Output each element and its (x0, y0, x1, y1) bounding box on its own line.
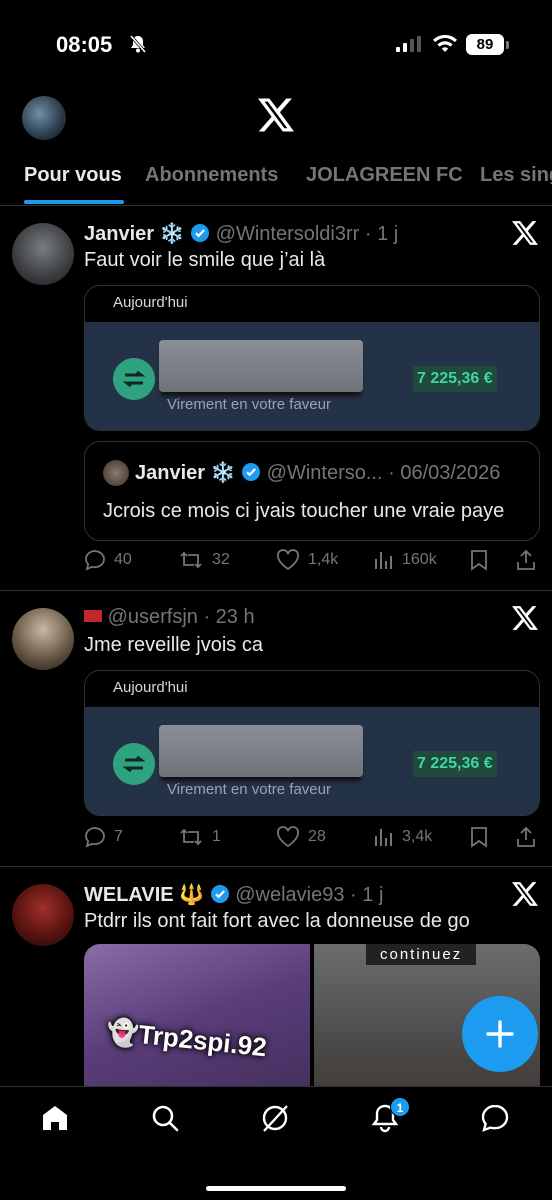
author-emoji: ❄️ (159, 223, 185, 245)
author-handle[interactable]: @userfsjn (108, 606, 198, 628)
author-handle[interactable]: @welavie93 (235, 884, 344, 906)
repost-button[interactable]: 1 (178, 826, 221, 848)
repost-count: 32 (212, 551, 230, 568)
views-button[interactable]: 160k (374, 549, 437, 571)
status-time: 08:05 (56, 32, 113, 57)
tab-pour-vous[interactable]: Pour vous (24, 164, 122, 187)
post[interactable]: Janvier ❄️ @Wintersoldi3rr · 1 j Faut vo… (0, 207, 552, 591)
repost-button[interactable]: 32 (178, 549, 230, 571)
wifi-icon (432, 34, 458, 59)
battery-tip (506, 41, 509, 49)
timeline-tabs: Pour vous Abonnements JOLAGREEN FC Les s… (0, 150, 552, 206)
profile-avatar[interactable] (22, 96, 66, 140)
post-header: WELAVIE 🔱 @welavie93 · 1 j (84, 882, 383, 910)
post-time: · 1 j (350, 884, 384, 906)
post-avatar[interactable] (12, 884, 74, 946)
notifications-badge: 1 (390, 1097, 410, 1117)
tab-les-sing[interactable]: Les sing (480, 164, 552, 187)
like-count: 28 (308, 828, 326, 845)
post-text: Faut voir le smile que j’ai là (84, 249, 326, 271)
reply-count: 40 (114, 551, 132, 568)
post[interactable]: @userfsjn · 23 h Jme reveille jvois ca A… (0, 592, 552, 867)
post-avatar[interactable] (12, 223, 74, 285)
transfer-icon (113, 743, 155, 785)
battery-icon: 89 (466, 34, 504, 55)
top-header (0, 90, 552, 150)
views-button[interactable]: 3,4k (374, 826, 432, 848)
verified-badge-icon (190, 223, 210, 249)
post-header: Janvier ❄️ @Wintersoldi3rr · 1 j (84, 221, 398, 249)
bookmark-button[interactable] (470, 826, 488, 848)
quote-author-name: Janvier (135, 462, 206, 484)
repost-count: 1 (212, 828, 221, 845)
status-bar: 08:05 89 (0, 0, 552, 90)
author-name[interactable]: Janvier (84, 223, 154, 245)
share-button[interactable] (516, 549, 536, 571)
post-actions: 40 32 1,4k 160k (84, 549, 544, 579)
bank-subtitle: Virement en votre faveur (167, 781, 331, 798)
redacted-sender (159, 725, 363, 777)
media-watermark: 👻Trp2spi.92 (104, 1015, 269, 1063)
post-time: · 1 j (364, 223, 399, 245)
author-emoji: 🔱 (179, 884, 205, 906)
bank-subtitle: Virement en votre faveur (167, 396, 331, 413)
post-actions: 7 1 28 3,4k (84, 826, 544, 856)
flag-icon (84, 610, 102, 622)
home-icon[interactable] (40, 1103, 70, 1138)
redacted-sender (159, 340, 363, 392)
post-header: @userfsjn · 23 h (84, 606, 255, 629)
quote-author-handle: @Winterso... (266, 462, 383, 484)
reply-button[interactable]: 40 (84, 549, 132, 571)
bank-transaction: 7 225,36 € Virement en votre faveur (85, 322, 539, 430)
bank-date-header: Aujourd'hui (85, 286, 539, 322)
reply-count: 7 (114, 828, 123, 845)
post-avatar[interactable] (12, 608, 74, 670)
transfer-icon (113, 358, 155, 400)
quote-date: · 06/03/2026 (388, 462, 501, 484)
tab-jolagreen-fc[interactable]: JOLAGREEN FC (306, 164, 463, 187)
verified-badge-icon (241, 462, 261, 488)
verified-badge-icon (210, 884, 230, 910)
bookmark-button[interactable] (470, 549, 488, 571)
search-icon[interactable] (150, 1103, 180, 1138)
media-caption: continuez (366, 944, 477, 965)
like-button[interactable]: 1,4k (276, 549, 338, 571)
x-close-icon[interactable] (512, 606, 538, 635)
views-count: 3,4k (402, 828, 433, 845)
active-tab-indicator (24, 200, 124, 204)
tab-abonnements[interactable]: Abonnements (145, 164, 278, 187)
plus-icon (486, 1020, 514, 1048)
bank-transaction: 7 225,36 € Virement en votre faveur (85, 707, 539, 815)
grok-icon[interactable] (260, 1103, 290, 1138)
x-close-icon[interactable] (512, 221, 538, 250)
home-indicator (206, 1186, 346, 1191)
quote-text: Jcrois ce mois ci jvais toucher une vrai… (103, 500, 505, 522)
x-logo-icon (258, 98, 294, 137)
bell-muted-icon (128, 34, 148, 59)
post-text: Jme reveille jvois ca (84, 634, 263, 656)
bottom-nav: 1 (0, 1086, 552, 1200)
author-handle[interactable]: @Wintersoldi3rr (216, 223, 360, 245)
bank-card-image[interactable]: Aujourd'hui 7 225,36 € Virement en votre… (84, 285, 540, 431)
signal-icon (396, 36, 422, 57)
compose-button[interactable] (462, 996, 538, 1072)
bank-card-image[interactable]: Aujourd'hui 7 225,36 € Virement en votre… (84, 670, 540, 816)
post-time: · 23 h (203, 606, 255, 628)
quoted-post[interactable]: Janvier ❄️ @Winterso... · 06/03/2026 Jcr… (84, 441, 540, 541)
quote-header: Janvier ❄️ @Winterso... · 06/03/2026 (135, 460, 500, 488)
post-text: Ptdrr ils ont fait fort avec la donneuse… (84, 910, 470, 932)
like-count: 1,4k (308, 551, 339, 568)
bank-date-header: Aujourd'hui (85, 671, 539, 707)
messages-icon[interactable] (480, 1103, 510, 1138)
views-count: 160k (402, 551, 437, 568)
bank-amount: 7 225,36 € (413, 366, 497, 392)
reply-button[interactable]: 7 (84, 826, 123, 848)
like-button[interactable]: 28 (276, 826, 326, 848)
x-close-icon[interactable] (512, 882, 538, 911)
share-button[interactable] (516, 826, 536, 848)
bank-amount: 7 225,36 € (413, 751, 497, 777)
quote-author-emoji: ❄️ (210, 462, 236, 484)
quote-avatar (103, 460, 129, 486)
author-name[interactable]: WELAVIE (84, 884, 174, 906)
